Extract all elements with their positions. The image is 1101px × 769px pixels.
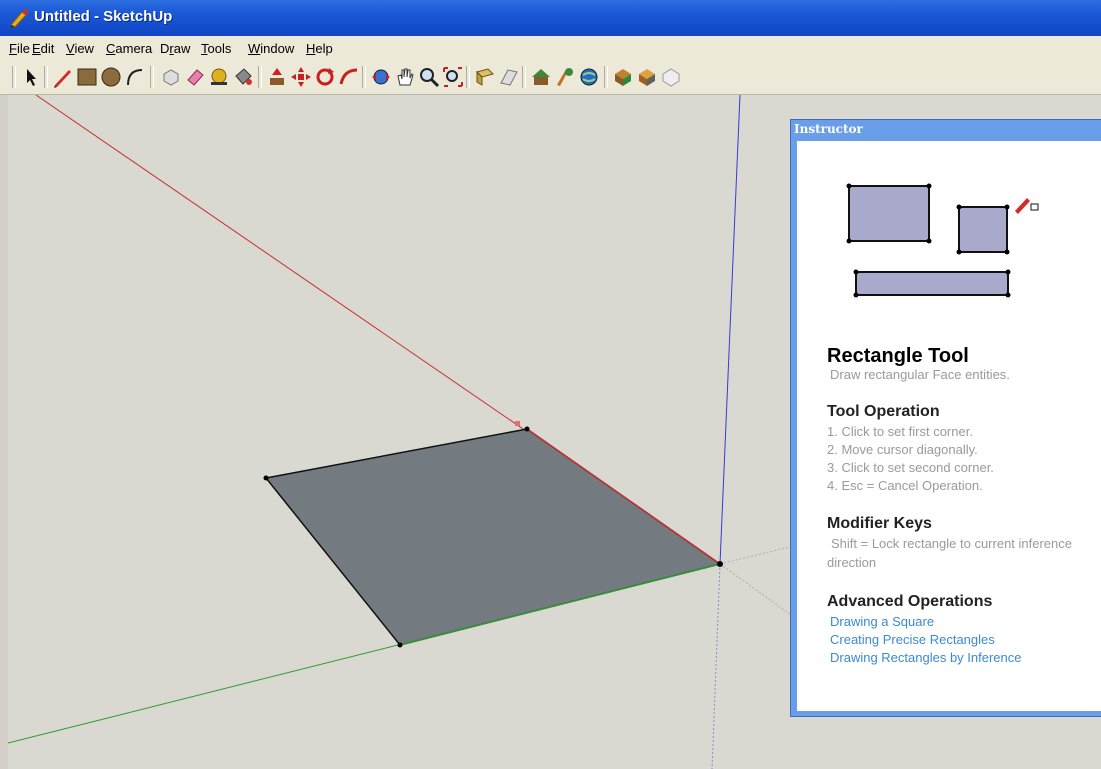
window-title: Untitled - SketchUp — [34, 8, 173, 25]
operation-step: 1. Click to set first corner. — [827, 424, 973, 439]
advanced-operations-heading: Advanced Operations — [827, 593, 993, 610]
toolbar-separator — [12, 66, 16, 88]
warehouse-icon[interactable] — [530, 66, 552, 88]
arc-tool-icon[interactable] — [124, 66, 146, 88]
pencil-line-icon[interactable] — [52, 66, 74, 88]
operation-heading: Tool Operation — [827, 403, 940, 420]
select-arrow-icon[interactable] — [20, 66, 42, 88]
toolbar-separator — [522, 66, 526, 88]
menu-access-key: r — [169, 41, 174, 56]
toolbar-separator — [258, 66, 262, 88]
rectangle-tool-icon[interactable] — [76, 66, 98, 88]
menu-access-key: F — [9, 41, 17, 56]
menu-access-key: T — [201, 41, 208, 56]
menu-access-key: C — [106, 41, 116, 56]
tool-description: Draw rectangular Face entities. — [830, 367, 1010, 382]
title-bar: Untitled - SketchUp — [0, 0, 1101, 36]
previous-scene-icon[interactable] — [474, 66, 496, 88]
instructor-content: Rectangle Tool Draw rectangular Face ent… — [797, 141, 1101, 711]
menu-edit[interactable]: Edit — [32, 41, 54, 56]
section-plane-icon[interactable] — [498, 66, 520, 88]
toolbar-separator — [604, 66, 608, 88]
operation-step: 2. Move cursor diagonally. — [827, 442, 978, 457]
menu-help[interactable]: Help — [306, 41, 333, 56]
rectangle-tool-illustration — [846, 183, 1039, 298]
vertex-point — [524, 426, 530, 432]
toolbar — [0, 60, 1101, 95]
menu-access-key: H — [306, 41, 316, 56]
menu-bar: File Edit View Camera Draw Tools Window … — [0, 36, 1101, 60]
share-model-icon[interactable] — [612, 66, 634, 88]
menu-access-key: E — [32, 41, 41, 56]
link-drawing-rectangles-by-inference[interactable]: Drawing Rectangles by Inference — [830, 650, 1022, 665]
instructor-panel-title: Instructor — [794, 122, 863, 136]
zoom-extents-icon[interactable] — [442, 66, 464, 88]
link-creating-precise-rectangles[interactable]: Creating Precise Rectangles — [830, 632, 995, 647]
operation-step: 3. Click to set second corner. — [827, 460, 994, 475]
pan-hand-icon[interactable] — [394, 66, 416, 88]
origin-point — [717, 561, 723, 567]
eraser-icon[interactable] — [184, 66, 206, 88]
red-axis-dotted-line — [719, 563, 799, 621]
vertex-point — [397, 642, 403, 648]
move-tool-icon[interactable] — [290, 66, 312, 88]
sketchup-app-icon — [10, 9, 29, 28]
blue-axis-line — [719, 95, 741, 565]
orbit-icon[interactable] — [370, 66, 392, 88]
rectangle-face[interactable] — [264, 428, 722, 646]
place-model-icon[interactable] — [554, 66, 576, 88]
tape-measure-icon[interactable] — [208, 66, 230, 88]
push-pull-icon[interactable] — [266, 66, 288, 88]
get-models-icon[interactable] — [636, 66, 658, 88]
menu-view[interactable]: View — [66, 41, 94, 56]
circle-tool-icon[interactable] — [100, 66, 122, 88]
operation-step: 4. Esc = Cancel Operation. — [827, 478, 983, 493]
blue-axis-dotted-line — [711, 563, 721, 769]
component-outline-icon[interactable] — [660, 66, 682, 88]
modifier-keys-text: Shift = Lock rectangle to current infere… — [831, 536, 1072, 551]
toolbar-separator — [150, 66, 154, 88]
toolbar-separator — [362, 66, 366, 88]
menu-access-key: V — [66, 41, 75, 56]
menu-tools[interactable]: Tools — [201, 41, 231, 56]
google-earth-icon[interactable] — [578, 66, 600, 88]
toolbar-separator — [44, 66, 48, 88]
inference-marker — [515, 421, 520, 426]
menu-window[interactable]: Window — [248, 41, 294, 56]
menu-draw[interactable]: Draw — [160, 41, 190, 56]
zoom-magnifier-icon[interactable] — [418, 66, 440, 88]
modifier-keys-text-continued: direction — [827, 555, 877, 570]
menu-camera[interactable]: Camera — [106, 41, 152, 56]
menu-access-key: W — [248, 41, 261, 56]
rotate-tool-icon[interactable] — [314, 66, 336, 88]
link-drawing-a-square[interactable]: Drawing a Square — [830, 614, 934, 629]
vertex-point — [263, 475, 269, 481]
modifier-keys-heading: Modifier Keys — [827, 515, 932, 532]
toolbar-separator — [466, 66, 470, 88]
green-axis-dotted-line — [719, 544, 799, 565]
follow-me-icon[interactable] — [338, 66, 360, 88]
paint-bucket-icon[interactable] — [232, 66, 254, 88]
tool-title: Rectangle Tool — [827, 345, 969, 367]
instructor-panel: Instructor Rectangle Tool Draw rectangul… — [790, 119, 1101, 717]
make-component-icon[interactable] — [160, 66, 182, 88]
menu-file[interactable]: File — [9, 41, 30, 56]
viewport-left-edge — [0, 95, 8, 769]
